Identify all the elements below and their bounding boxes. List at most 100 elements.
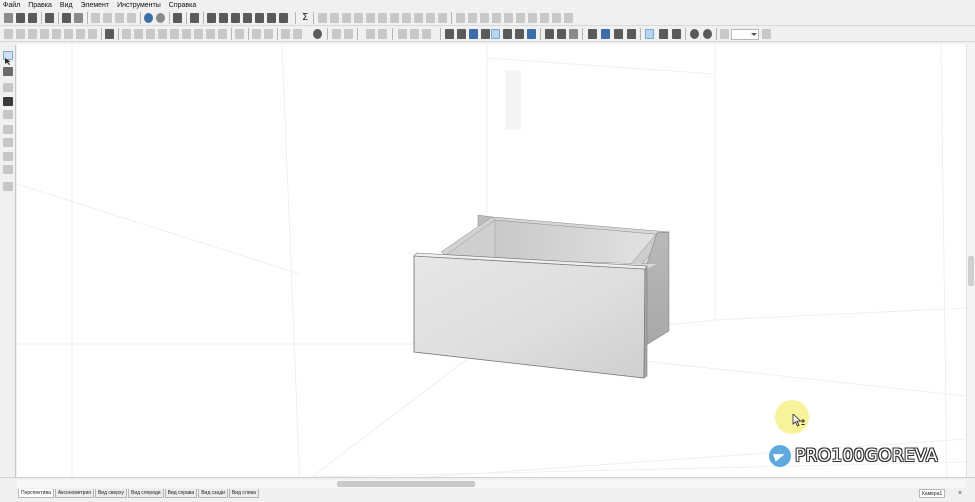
curve-icon[interactable]	[235, 29, 244, 39]
light-icon[interactable]	[557, 29, 566, 39]
down-arrow-icon[interactable]	[158, 29, 167, 39]
mesh-icon[interactable]	[614, 29, 623, 39]
invert-select-icon[interactable]	[422, 29, 431, 39]
move-up-icon[interactable]	[456, 13, 465, 23]
rect-select-icon[interactable]	[398, 29, 407, 39]
sigma-report-icon[interactable]: Σ	[302, 12, 308, 24]
measure-tool-icon[interactable]	[3, 83, 13, 92]
measure-icon[interactable]	[40, 29, 49, 39]
snap-angle-icon[interactable]	[672, 29, 681, 39]
pencil-icon[interactable]	[3, 97, 13, 106]
menu-view[interactable]: Вид	[60, 1, 73, 11]
up-arrow-icon[interactable]	[146, 29, 155, 39]
center-icon[interactable]	[194, 29, 203, 39]
hole-tool-icon[interactable]	[3, 152, 13, 161]
cabinet-icon[interactable]	[243, 13, 252, 23]
globe-icon[interactable]	[144, 13, 153, 23]
view-top-icon[interactable]	[457, 29, 466, 39]
lock-icon[interactable]	[426, 13, 435, 23]
offset-icon[interactable]	[76, 29, 85, 39]
lasso-icon[interactable]	[410, 29, 419, 39]
print-icon[interactable]	[62, 13, 71, 23]
menu-element[interactable]: Элемент	[81, 1, 110, 11]
hide-icon[interactable]	[252, 29, 261, 39]
texture-icon[interactable]	[545, 29, 554, 39]
camera-label[interactable]: Камера1	[919, 489, 946, 498]
flip-icon[interactable]	[540, 13, 549, 23]
redo-icon[interactable]	[16, 29, 25, 39]
export-icon[interactable]	[45, 13, 54, 23]
rotate-right-icon[interactable]	[516, 13, 525, 23]
undo-icon[interactable]	[4, 29, 13, 39]
tab-top-view[interactable]: Вид сверху	[94, 489, 127, 498]
left-right-icon[interactable]	[170, 29, 179, 39]
open-file-icon[interactable]	[16, 13, 25, 23]
align-right-icon[interactable]	[342, 13, 351, 23]
close-icon[interactable]: ×	[958, 489, 962, 498]
new-document-icon[interactable]	[4, 13, 13, 23]
edge-icon[interactable]	[88, 29, 97, 39]
scale-icon[interactable]	[218, 29, 227, 39]
material-sphere-icon[interactable]	[156, 13, 165, 23]
horizontal-scroll-thumb[interactable]	[337, 481, 475, 487]
view-front-icon[interactable]	[445, 29, 454, 39]
view-box-icon[interactable]	[503, 29, 512, 39]
save-icon[interactable]	[28, 13, 37, 23]
drawer-icon[interactable]	[255, 13, 264, 23]
tab-perspective[interactable]: Перспектива	[18, 489, 54, 498]
tab-back-view[interactable]: Вид сзади	[198, 489, 228, 498]
vertical-space-icon[interactable]	[378, 29, 387, 39]
move-cross-icon[interactable]	[182, 29, 191, 39]
view-wire-icon[interactable]	[481, 29, 490, 39]
snap-point-icon[interactable]	[645, 29, 654, 39]
menu-help[interactable]: Справка	[169, 1, 196, 11]
group-icon[interactable]	[402, 13, 411, 23]
modify-tool-icon[interactable]	[3, 125, 13, 134]
view-box-color-icon[interactable]	[515, 29, 524, 39]
eye-icon[interactable]	[281, 29, 290, 39]
room-icon[interactable]	[207, 13, 216, 23]
cut-icon[interactable]	[91, 13, 100, 23]
arrange-icon[interactable]	[122, 29, 131, 39]
properties-icon[interactable]	[190, 13, 199, 23]
mirror-icon[interactable]	[528, 13, 537, 23]
ungroup-icon[interactable]	[414, 13, 423, 23]
shadow-icon[interactable]	[588, 29, 597, 39]
delete-icon[interactable]	[127, 13, 136, 23]
vertical-scrollbar[interactable]	[966, 44, 975, 486]
distribute-icon[interactable]	[390, 13, 399, 23]
angle-icon[interactable]	[64, 29, 73, 39]
move-right-icon[interactable]	[492, 13, 501, 23]
menu-edit[interactable]: Правка	[28, 1, 52, 11]
zoom-in-icon[interactable]	[762, 29, 771, 39]
align-center-icon[interactable]	[330, 13, 339, 23]
copy-icon[interactable]	[103, 13, 112, 23]
bend-tool-icon[interactable]	[3, 182, 13, 191]
tab-axonometry[interactable]: Аксонометрия	[54, 489, 94, 498]
scene-canvas[interactable]	[17, 44, 966, 486]
zoom-combo[interactable]	[731, 29, 759, 40]
dimensions-icon[interactable]	[601, 29, 610, 39]
stack-icon[interactable]	[134, 29, 143, 39]
move-left-icon[interactable]	[480, 13, 489, 23]
window-icon[interactable]	[267, 13, 276, 23]
dimension-icon[interactable]	[52, 29, 61, 39]
align-top-icon[interactable]	[354, 13, 363, 23]
move-down-icon[interactable]	[468, 13, 477, 23]
snap-icon[interactable]	[28, 29, 37, 39]
align-left-icon[interactable]	[318, 13, 327, 23]
render-icon[interactable]	[279, 13, 288, 23]
copy-tool-icon[interactable]	[3, 110, 13, 119]
panel-icon[interactable]	[231, 13, 240, 23]
vertical-distribute-icon[interactable]	[366, 29, 375, 39]
eye-closed-icon[interactable]	[293, 29, 302, 39]
fit-icon[interactable]	[206, 29, 215, 39]
lamp-icon[interactable]	[569, 29, 578, 39]
align-bottom-icon[interactable]	[378, 13, 387, 23]
3d-viewport[interactable]	[17, 44, 966, 486]
tab-right-view[interactable]: Вид справа	[164, 489, 198, 498]
tab-left-view[interactable]: Вид слева	[228, 489, 259, 498]
print-preview-icon[interactable]	[74, 13, 83, 23]
menu-file[interactable]: Файл	[3, 1, 20, 11]
send-back-icon[interactable]	[564, 13, 573, 23]
